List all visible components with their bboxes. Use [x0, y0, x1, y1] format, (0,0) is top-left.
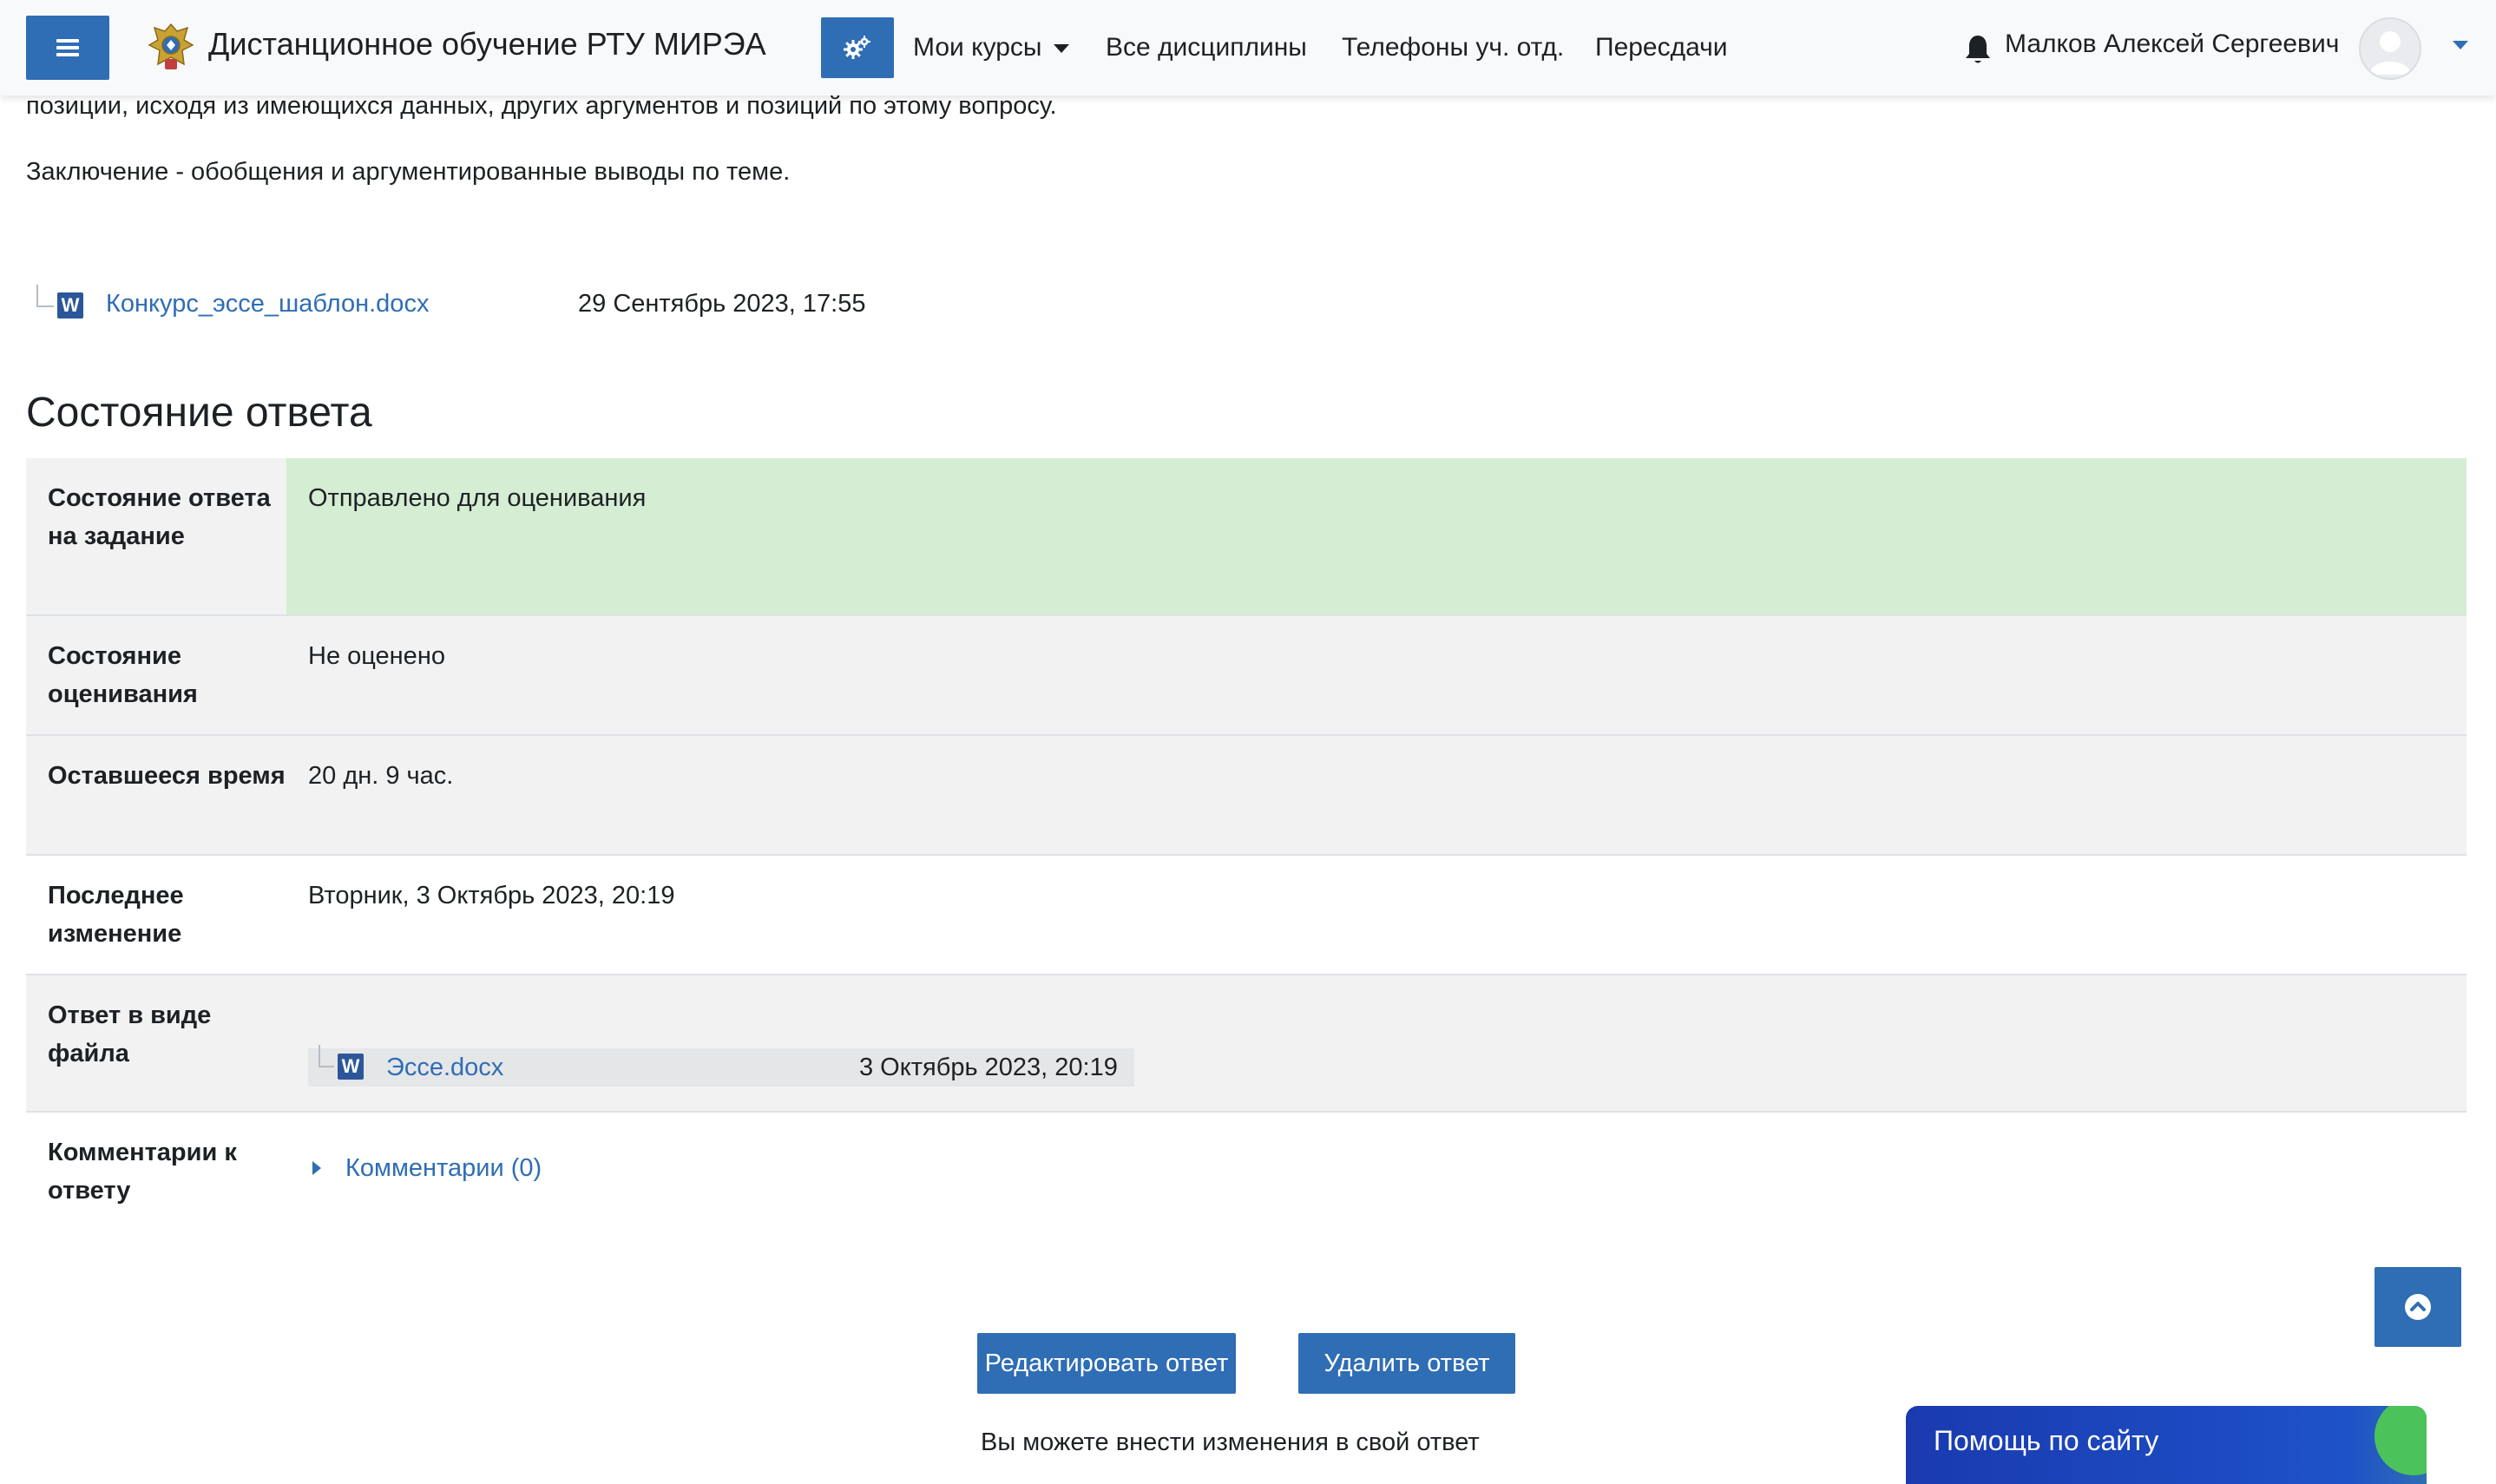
- hamburger-icon: [56, 39, 79, 56]
- remove-submission-button[interactable]: Удалить ответ: [1298, 1333, 1515, 1394]
- row-label: Последнее изменение: [48, 882, 184, 948]
- site-help-widget[interactable]: Помощь по сайту: [1906, 1406, 2427, 1484]
- site-name-link[interactable]: Дистанционное обучение РТУ МИРЭА: [208, 26, 766, 62]
- row-label: Оставшееся время: [48, 762, 286, 790]
- my-courses-label: Мои курсы: [913, 33, 1042, 62]
- section-title: Состояние ответа: [26, 389, 372, 436]
- word-doc-icon: W: [57, 292, 83, 318]
- submitted-file-date: 3 Октябрь 2023, 20:19: [859, 1054, 1118, 1081]
- back-to-top-button[interactable]: [2374, 1267, 2461, 1347]
- template-file-date: 29 Сентябрь 2023, 17:55: [578, 290, 866, 318]
- table-row: Комментарии к ответу Комментарии (0): [26, 1113, 2466, 1232]
- table-row: Состояние оценивания Не оценено: [26, 616, 2466, 736]
- notifications-bell-icon[interactable]: [1963, 33, 1993, 66]
- nav-retakes[interactable]: Пересдачи: [1595, 33, 1728, 62]
- nav-phones[interactable]: Телефоны уч. отд.: [1342, 33, 1564, 62]
- time-remaining-value: 20 дн. 9 час.: [308, 762, 454, 790]
- submission-status-value: Отправлено для оценивания: [286, 458, 2466, 614]
- table-row: Последнее изменение Вторник, 3 Октябрь 2…: [26, 856, 2466, 975]
- template-file-link[interactable]: Конкурс_эссе_шаблон.docx: [106, 290, 429, 318]
- row-label: Комментарии к ответу: [48, 1139, 237, 1205]
- drawer-toggle-button[interactable]: [26, 16, 109, 80]
- submitted-file-link[interactable]: Эссе.docx: [386, 1048, 503, 1087]
- row-label: Состояние оценивания: [48, 642, 198, 708]
- user-silhouette-icon: [2369, 31, 2411, 75]
- grading-status-value: Не оценено: [308, 642, 445, 670]
- university-emblem-logo: [148, 23, 194, 69]
- intro-text-line-1: позиции, исходя из имеющихся данных, дру…: [26, 92, 1057, 120]
- table-row: Оставшееся время 20 дн. 9 час.: [26, 736, 2466, 856]
- help-widget-accent: [2374, 1406, 2427, 1475]
- intro-text-line-2: Заключение - обобщения и аргументированн…: [26, 158, 791, 186]
- top-navbar: Дистанционное обучение РТУ МИРЭА Мои кур…: [0, 0, 2496, 95]
- user-avatar[interactable]: [2359, 17, 2421, 80]
- file-submission-cell: W Эссе.docx 3 Октябрь 2023, 20:19: [286, 975, 2466, 1111]
- gears-icon: [844, 36, 870, 59]
- edit-hint-text: Вы можете внести изменения в свой ответ: [981, 1428, 1480, 1456]
- comments-toggle-link[interactable]: Комментарии (0): [345, 1149, 542, 1187]
- my-courses-menu[interactable]: Мои курсы: [913, 33, 1070, 62]
- user-menu-chevron-down-icon[interactable]: [2453, 41, 2468, 49]
- nav-all-disciplines[interactable]: Все дисциплины: [1106, 33, 1307, 62]
- tree-connector: [36, 285, 54, 307]
- caret-right-icon[interactable]: [312, 1161, 321, 1175]
- row-label: Состояние ответа на задание: [26, 458, 286, 614]
- last-modified-value: Вторник, 3 Октябрь 2023, 20:19: [308, 882, 675, 909]
- edit-submission-button[interactable]: Редактировать ответ: [977, 1333, 1236, 1394]
- user-name[interactable]: Малков Алексей Сергеевич: [2005, 30, 2339, 59]
- site-help-label: Помощь по сайту: [1934, 1425, 2159, 1456]
- table-row: Ответ в виде файла W Эссе.docx 3 Октябрь…: [26, 975, 2466, 1113]
- chevron-down-icon: [1054, 44, 1070, 54]
- settings-button[interactable]: [821, 17, 894, 78]
- comments-cell: Комментарии (0): [286, 1113, 2466, 1232]
- tree-connector: [319, 1045, 334, 1067]
- table-row: Состояние ответа на задание Отправлено д…: [26, 458, 2466, 616]
- arrow-up-circle-icon: [2405, 1294, 2431, 1320]
- row-label: Ответ в виде файла: [48, 1001, 212, 1067]
- word-doc-icon: W: [338, 1054, 364, 1080]
